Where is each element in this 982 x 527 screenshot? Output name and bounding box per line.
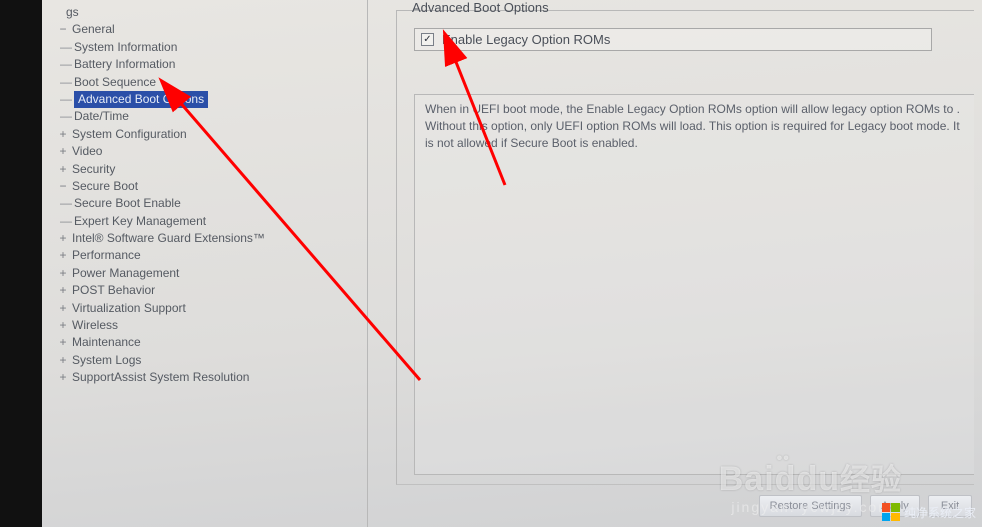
tree-item-expert-key-management[interactable]: Expert Key Management xyxy=(56,213,359,230)
watermark-cj-text: 纯净系统之家 xyxy=(904,504,976,521)
watermark-baidu-sub: jingyan. ycwjzy.com xyxy=(731,499,892,515)
tree-label: Secure Boot xyxy=(72,179,138,193)
expand-icon: + xyxy=(58,161,68,178)
collapse-icon: − xyxy=(58,21,68,38)
watermark-baidu: Baid••du经验 xyxy=(719,455,902,499)
tree-label: POST Behavior xyxy=(72,283,155,297)
tree-label: Power Management xyxy=(72,266,179,280)
tree-label: System Configuration xyxy=(72,127,187,141)
expand-icon: + xyxy=(58,300,68,317)
tree-label: SupportAssist System Resolution xyxy=(72,370,249,384)
expand-icon: + xyxy=(58,369,68,386)
tree-item-advanced-boot-options[interactable]: Advanced Boot Options xyxy=(56,91,359,108)
tree-label: System Logs xyxy=(72,353,141,367)
tree-item-system-logs[interactable]: + System Logs xyxy=(56,352,359,369)
enable-legacy-roms-row[interactable]: ✓ Enable Legacy Option ROMs xyxy=(414,28,932,51)
tree-item-security[interactable]: + Security xyxy=(56,161,359,178)
tree-item-post-behavior[interactable]: + POST Behavior xyxy=(56,282,359,299)
tree-label: Virtualization Support xyxy=(72,301,186,315)
tree-item-system-information[interactable]: System Information xyxy=(56,39,359,56)
tree-label: Wireless xyxy=(72,318,118,332)
tree-label: Maintenance xyxy=(72,335,141,349)
detail-pane: Advanced Boot Options ✓ Enable Legacy Op… xyxy=(368,0,982,527)
expand-icon: + xyxy=(58,317,68,334)
tree-label-selected: Advanced Boot Options xyxy=(74,91,208,108)
tree-item-power-management[interactable]: + Power Management xyxy=(56,265,359,282)
option-description: When in UEFI boot mode, the Enable Legac… xyxy=(414,94,974,475)
screen-black-edge xyxy=(0,0,42,527)
tree-label: Boot Sequence xyxy=(74,75,156,89)
bios-setup-window: gs −General System Information Battery I… xyxy=(42,0,982,527)
tree-label: General xyxy=(72,22,115,36)
settings-tree: gs −General System Information Battery I… xyxy=(42,0,368,527)
expand-icon: + xyxy=(58,247,68,264)
tree-item-wireless[interactable]: + Wireless xyxy=(56,317,359,334)
tree-label: Date/Time xyxy=(74,109,129,123)
tree-label: Security xyxy=(72,162,115,176)
tree-item-battery-information[interactable]: Battery Information xyxy=(56,56,359,73)
watermark-cj: 纯净系统之家 xyxy=(882,503,976,521)
enable-legacy-roms-checkbox[interactable]: ✓ xyxy=(421,33,434,46)
tree-item-system-configuration[interactable]: + System Configuration xyxy=(56,126,359,143)
expand-icon: + xyxy=(58,126,68,143)
tree-label: Battery Information xyxy=(74,57,175,71)
tree-label: Video xyxy=(72,144,102,158)
tree-item-secure-boot[interactable]: −Secure Boot xyxy=(56,178,359,195)
tree-partial-item: gs xyxy=(56,4,359,21)
enable-legacy-roms-label: Enable Legacy Option ROMs xyxy=(442,32,610,47)
expand-icon: + xyxy=(58,334,68,351)
expand-icon: + xyxy=(58,265,68,282)
expand-icon: + xyxy=(58,352,68,369)
tree-item-date-time[interactable]: Date/Time xyxy=(56,108,359,125)
collapse-icon: − xyxy=(58,178,68,195)
tree-label: Expert Key Management xyxy=(74,214,206,228)
tree-item-secure-boot-enable[interactable]: Secure Boot Enable xyxy=(56,195,359,212)
tree-label: Secure Boot Enable xyxy=(74,196,181,210)
tree-label: Intel® Software Guard Extensions™ xyxy=(72,231,265,245)
tree-item-boot-sequence[interactable]: Boot Sequence xyxy=(56,74,359,91)
tree-item-virtualization-support[interactable]: + Virtualization Support xyxy=(56,300,359,317)
fieldset-title: Advanced Boot Options xyxy=(408,0,553,15)
tree-item-sgx[interactable]: + Intel® Software Guard Extensions™ xyxy=(56,230,359,247)
tree-item-general[interactable]: −General xyxy=(56,21,359,38)
expand-icon: + xyxy=(58,143,68,160)
tree-item-video[interactable]: + Video xyxy=(56,143,359,160)
tree-item-maintenance[interactable]: + Maintenance xyxy=(56,334,359,351)
expand-icon: + xyxy=(58,230,68,247)
tree-label: Performance xyxy=(72,248,141,262)
windows-logo-icon xyxy=(882,503,900,521)
expand-icon: + xyxy=(58,282,68,299)
tree-item-supportassist[interactable]: + SupportAssist System Resolution xyxy=(56,369,359,386)
tree-label: System Information xyxy=(74,40,177,54)
tree-item-performance[interactable]: + Performance xyxy=(56,247,359,264)
